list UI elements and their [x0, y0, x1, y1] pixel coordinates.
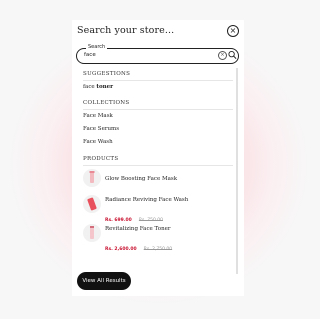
product-image: [83, 224, 101, 242]
products-heading: PRODUCTS: [83, 156, 119, 162]
product-image: [83, 169, 101, 187]
search-icon[interactable]: [228, 50, 237, 60]
product-old-price: Rs. 750.00: [138, 218, 163, 223]
suggestions-heading: SUGGESTIONS: [83, 71, 131, 77]
search-input[interactable]: Search face ×: [76, 44, 239, 64]
view-all-results-button[interactable]: View All Results: [77, 272, 131, 290]
product-price-row: Rs. 2,600.00 Rs. 2,750.00: [105, 235, 172, 254]
product-name: Radiance Reviving Face Wash: [105, 197, 189, 203]
product-image: [83, 195, 101, 213]
divider: [83, 80, 233, 81]
scrollbar[interactable]: [236, 68, 238, 274]
product-name: Glow Boosting Face Mask: [105, 176, 178, 182]
search-label: Search: [86, 44, 108, 50]
product-price: Rs. 699.00: [105, 218, 132, 223]
product-old-price: Rs. 2,750.00: [143, 247, 173, 252]
divider: [83, 165, 233, 166]
suggestion-item[interactable]: face toner: [83, 84, 113, 90]
modal-title: Search your store...: [77, 25, 175, 36]
collection-item-face-wash[interactable]: Face Wash: [83, 139, 113, 145]
clear-icon[interactable]: ×: [218, 51, 227, 60]
results-list: SUGGESTIONS face toner COLLECTIONS Face …: [83, 70, 235, 280]
divider: [83, 109, 233, 110]
product-name: Revitalizing Face Toner: [105, 226, 171, 232]
collection-item-face-mask[interactable]: Face Mask: [83, 113, 113, 119]
search-value[interactable]: face: [84, 52, 96, 58]
product-price-row: Rs. 699.00 Rs. 750.00: [105, 206, 163, 225]
collection-item-face-serums[interactable]: Face Serums: [83, 126, 119, 132]
suggestion-prefix: face: [83, 84, 95, 90]
collections-heading: COLLECTIONS: [83, 100, 130, 106]
search-modal: Search your store... × Search face × SUG…: [72, 20, 244, 296]
product-price: Rs. 2,600.00: [105, 247, 137, 252]
suggestion-suffix: toner: [96, 84, 114, 90]
close-icon[interactable]: ×: [227, 25, 239, 37]
